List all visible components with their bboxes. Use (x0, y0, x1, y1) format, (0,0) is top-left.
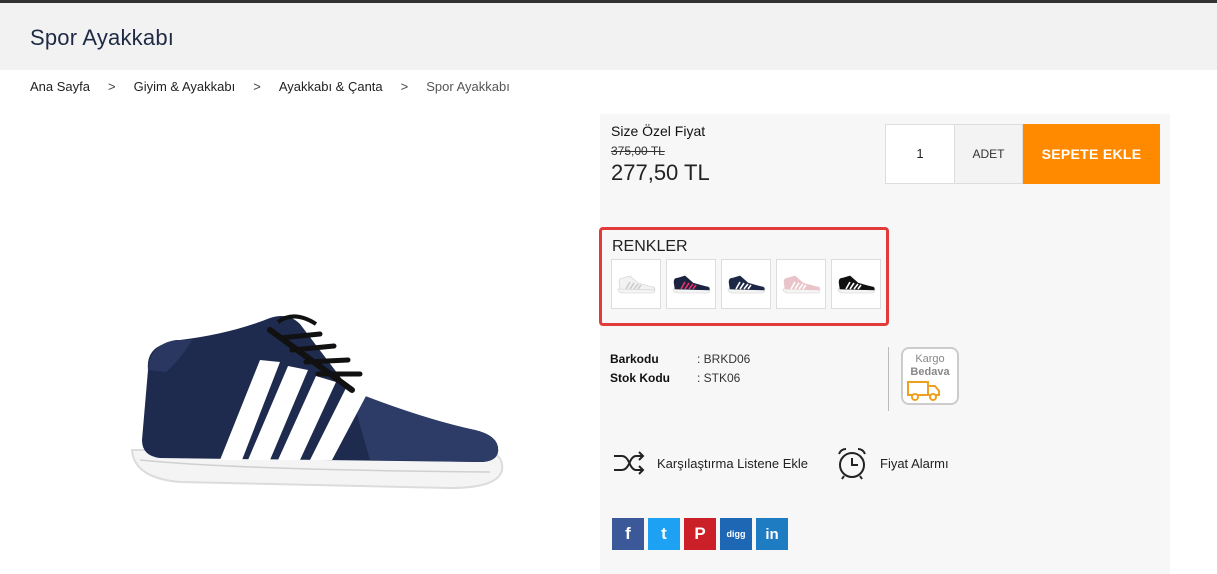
social-share: f t Pdigg in (612, 518, 788, 550)
pinterest-icon: P (694, 524, 706, 543)
color-swatch-black-shoe[interactable] (831, 259, 881, 309)
breadcrumb-separator: > (108, 78, 116, 94)
facebook-icon: f (625, 524, 631, 543)
barcode-value: : BRKD06 (697, 351, 751, 366)
color-swatch-navy-pink-shoe[interactable] (666, 259, 716, 309)
page-title: Spor Ayakkabı (30, 25, 175, 50)
digg-share-button[interactable]: digg (720, 518, 752, 550)
shoe-thumbnail (837, 275, 876, 294)
add-to-compare-button[interactable]: Karşılaştırma Listene Ekle (611, 446, 808, 480)
stock-code-label: Stok Kodu (610, 370, 670, 385)
free-shipping-badge: Kargo Bedava (901, 347, 959, 405)
shoe-thumbnail (617, 275, 656, 294)
cargo-free-label: Bedava (910, 366, 950, 378)
truck-icon (907, 381, 940, 401)
barcode-row: Barkodu : BRKD06 (610, 349, 750, 368)
cargo-label: Kargo (915, 353, 945, 365)
breadcrumb-separator: > (400, 78, 409, 94)
color-swatch-pink-shoe[interactable] (776, 259, 826, 309)
current-price: 277,50 TL (611, 160, 710, 185)
price-label: Size Özel Fiyat (611, 123, 706, 139)
shoe-thumbnail (782, 275, 821, 294)
digg-icon: digg (726, 529, 746, 539)
color-swatch-white-shoe[interactable] (611, 259, 661, 309)
pinterest-share-button[interactable]: P (684, 518, 716, 550)
breadcrumb-clothing[interactable]: Giyim & Ayakkabı (134, 79, 236, 94)
add-to-compare-label: Karşılaştırma Listene Ekle (657, 455, 809, 471)
product-image[interactable] (120, 300, 510, 500)
shoe-thumbnail (727, 275, 766, 294)
colors-title: RENKLER (612, 238, 688, 255)
barcode-label: Barkodu (610, 351, 659, 366)
facebook-share-button[interactable]: f (612, 518, 644, 550)
breadcrumb: Ana Sayfa > Giyim & Ayakkabı > Ayakkabı … (30, 77, 510, 95)
quantity-input[interactable]: 1 (885, 124, 955, 184)
old-price: 375,00 TL (611, 144, 665, 158)
breadcrumb-separator: > (253, 78, 261, 94)
breadcrumb-current: Spor Ayakkabı (426, 78, 510, 94)
sneaker-image (130, 314, 504, 490)
divider (888, 347, 889, 411)
colors-section: RENKLER (599, 227, 889, 326)
color-swatches (611, 259, 881, 309)
linkedin-share-button[interactable]: in (756, 518, 788, 550)
breadcrumb-shoes-bags[interactable]: Ayakkabı & Çanta (279, 79, 383, 94)
product-meta: Barkodu : BRKD06 Stok Kodu : STK06 (610, 349, 750, 387)
add-to-cart-button[interactable]: SEPETE EKLE (1023, 124, 1160, 184)
stock-code-value: : STK06 (697, 370, 741, 385)
shuffle-icon (611, 446, 647, 480)
twitter-share-button[interactable]: t (648, 518, 680, 550)
color-swatch-navy-white-shoe[interactable] (721, 259, 771, 309)
price-alarm-button[interactable]: Fiyat Alarmı (834, 446, 949, 480)
stock-code-row: Stok Kodu : STK06 (610, 368, 750, 387)
price-alarm-label: Fiyat Alarmı (880, 455, 949, 471)
quantity-unit: ADET (955, 124, 1023, 184)
alarm-clock-icon (834, 446, 870, 480)
twitter-icon: t (661, 524, 667, 543)
shoe-thumbnail (672, 275, 711, 294)
breadcrumb-home[interactable]: Ana Sayfa (30, 79, 90, 94)
linkedin-icon: in (765, 525, 779, 543)
page-header: Spor Ayakkabı (0, 3, 1217, 70)
